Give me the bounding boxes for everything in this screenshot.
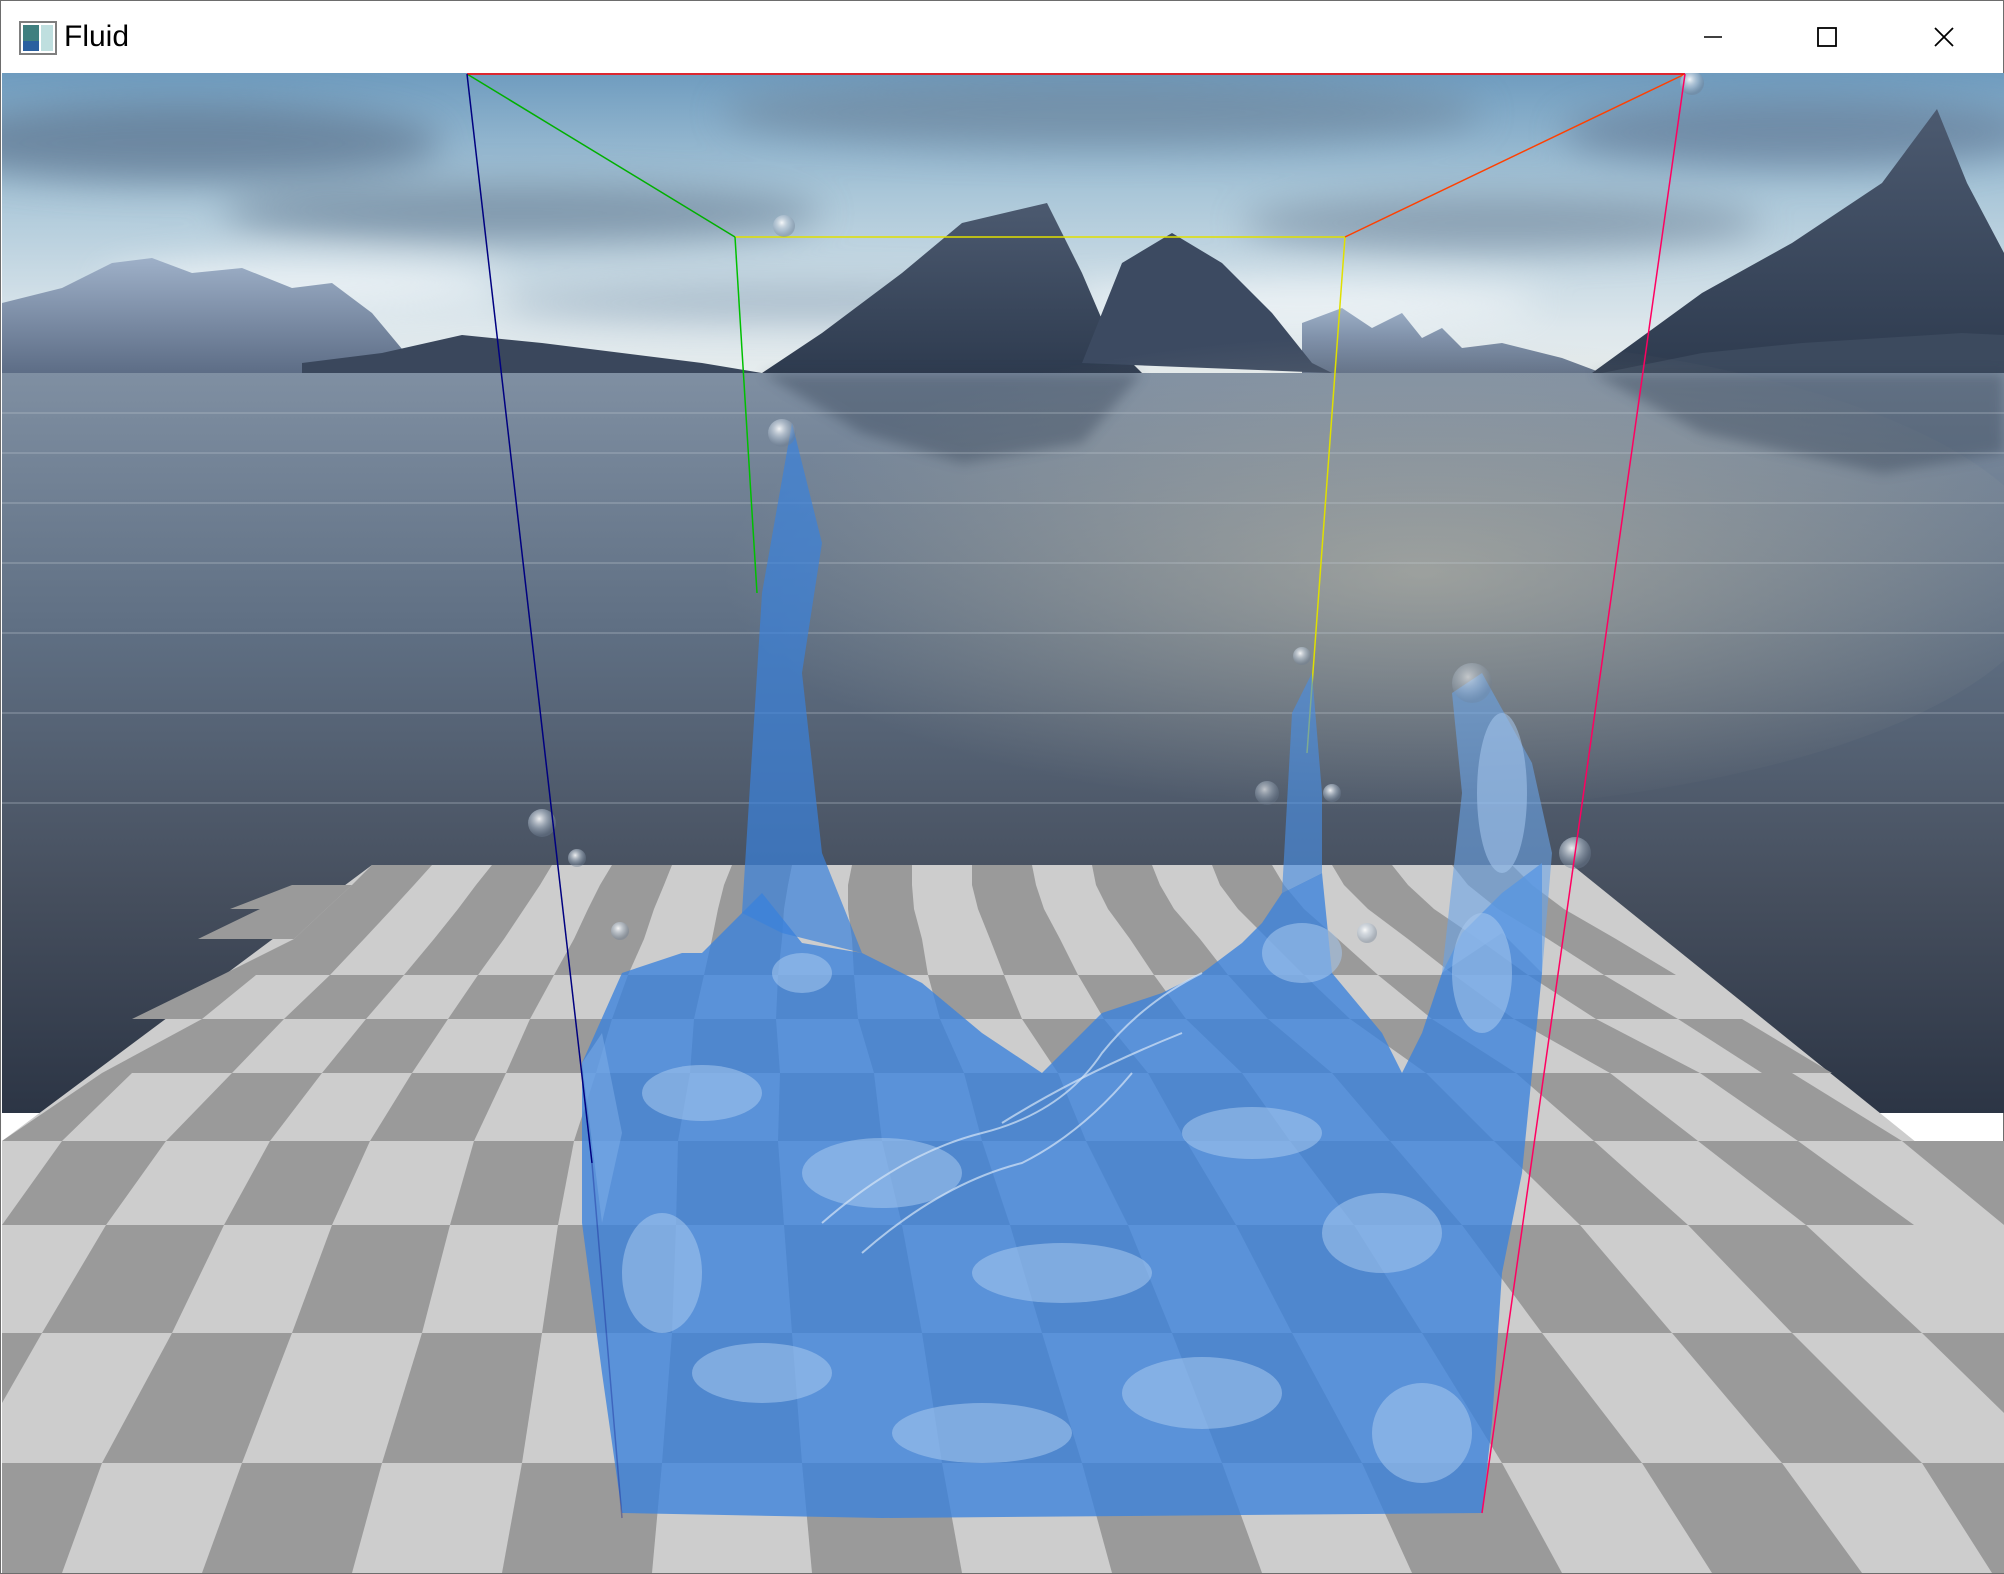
title-bar[interactable]: Fluid — [1, 1, 2003, 73]
maximize-button[interactable] — [1770, 1, 1884, 73]
window-title: Fluid — [64, 20, 130, 53]
minimize-button[interactable] — [1656, 1, 1770, 73]
close-button[interactable] — [1884, 1, 2003, 73]
close-icon — [1933, 27, 1954, 47]
maximize-icon — [1817, 27, 1837, 47]
app-window: Fluid — [0, 0, 2004, 1574]
render-viewport[interactable] — [2, 73, 2004, 1573]
fluid-simulation-scene — [2, 73, 2004, 1573]
app-window-icon — [19, 21, 57, 55]
minimize-icon — [1704, 36, 1722, 38]
